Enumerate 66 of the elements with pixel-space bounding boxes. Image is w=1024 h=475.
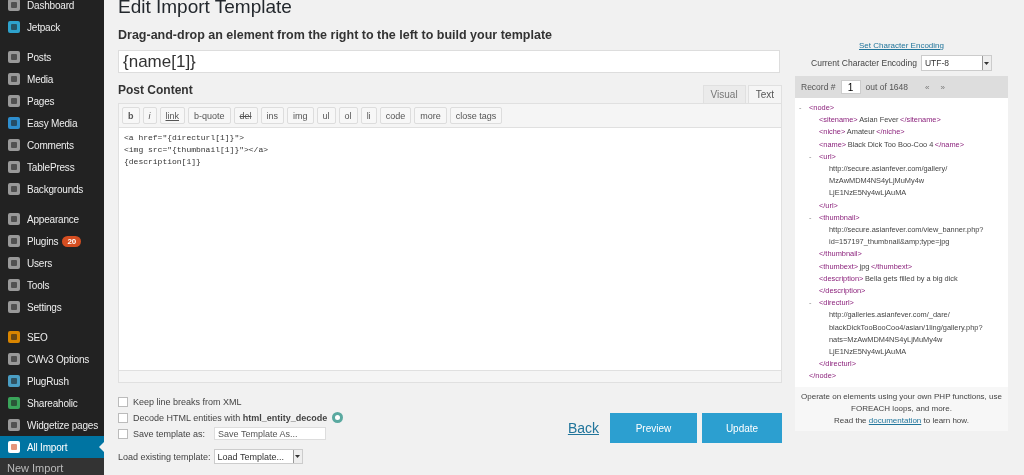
- sidebar-item[interactable]: Backgrounds: [0, 178, 104, 200]
- page-title: Edit Import Template: [118, 0, 293, 18]
- title-field[interactable]: {name[1]}: [118, 50, 780, 73]
- sidebar-item[interactable]: Settings: [0, 296, 104, 318]
- sidebar-item[interactable]: Dashboard: [0, 0, 104, 16]
- toolbar-button[interactable]: li: [360, 107, 377, 124]
- option-label: Save template as:: [133, 428, 206, 439]
- sidebar-item[interactable]: SEO: [0, 326, 104, 348]
- toolbar-button[interactable]: ins: [260, 107, 285, 124]
- sidebar-item[interactable]: Users: [0, 252, 104, 274]
- sidebar-item[interactable]: Easy Media: [0, 112, 104, 134]
- caret-icon: [295, 455, 301, 458]
- help-text: Read the: [834, 415, 867, 425]
- sidebar-item[interactable]: Posts: [0, 46, 104, 68]
- record-label: Record #: [801, 82, 836, 92]
- checkbox[interactable]: [118, 396, 128, 407]
- next-record-button[interactable]: »: [940, 82, 945, 92]
- help-text: Operate on elements using your own PHP functions, use FOREACH loops, and more.: [800, 390, 1003, 415]
- record-total: out of 1648: [865, 82, 909, 92]
- toolbar-button[interactable]: i: [142, 107, 157, 124]
- sidebar-item[interactable]: Shareaholic: [0, 392, 104, 414]
- previous-record-button[interactable]: «: [925, 82, 930, 92]
- toolbar-button[interactable]: ul: [316, 107, 336, 124]
- update-count-badge: 20: [62, 235, 81, 247]
- post-content-label: Post Content: [118, 83, 193, 99]
- toolbar-button[interactable]: del: [233, 107, 258, 124]
- toolbar-button[interactable]: ol: [338, 107, 358, 124]
- sidebar-item[interactable]: TablePress: [0, 156, 104, 178]
- load-template-label: Load existing template:: [118, 451, 211, 462]
- toolbar-button[interactable]: img: [287, 107, 314, 124]
- option-label: Keep line breaks from XML: [133, 396, 242, 407]
- sidebar-item[interactable]: All Import: [0, 436, 104, 458]
- sidebar-item[interactable]: PlugRush: [0, 370, 104, 392]
- help-text: to learn how.: [923, 415, 969, 425]
- sidebar-item[interactable]: Comments: [0, 134, 104, 156]
- editor-tab[interactable]: Visual: [702, 85, 746, 103]
- help-icon[interactable]: [332, 412, 344, 423]
- sidebar-item[interactable]: Widgetize pages: [0, 414, 104, 436]
- sidebar-item[interactable]: CWv3 Options: [0, 348, 104, 370]
- option-label: Decode HTML entities with html_entity_decode: [133, 412, 328, 423]
- sidebar-item[interactable]: Plugins 20: [0, 230, 104, 252]
- encoding-dropdown[interactable]: UTF-8: [920, 55, 992, 71]
- encoding-label: Current Character Encoding: [811, 58, 917, 68]
- sidebar-item[interactable]: Media: [0, 68, 104, 90]
- sidebar-item[interactable]: Tools: [0, 274, 104, 296]
- sidebar-item[interactable]: Pages: [0, 90, 104, 112]
- sidebar-item[interactable]: Appearance: [0, 208, 104, 230]
- documentation-link[interactable]: documentation: [868, 415, 922, 425]
- toolbar-button[interactable]: more: [414, 107, 447, 124]
- toolbar-button[interactable]: link: [159, 107, 185, 124]
- sidebar-item[interactable]: Jetpack: [0, 16, 104, 38]
- instruction-heading: Drag-and-drop an element from the right to the left to build your template: [118, 28, 554, 42]
- checkbox[interactable]: [118, 412, 128, 423]
- back-link[interactable]: Back: [567, 420, 599, 436]
- editor-tab[interactable]: Text: [747, 85, 782, 103]
- toolbar-button[interactable]: b-quote: [188, 107, 231, 124]
- caret-icon: [984, 61, 990, 65]
- record-number-field[interactable]: 1: [840, 80, 861, 94]
- template-dropdown[interactable]: Load Template...: [213, 449, 303, 464]
- encoding-link[interactable]: Set Character Encoding: [859, 41, 944, 50]
- toolbar-button[interactable]: close tags: [449, 107, 503, 124]
- checkbox[interactable]: [118, 428, 128, 439]
- code-editor[interactable]: <a href="{directurl[1]}"> <img src="{thumbnail[1]}"></a> {description[1]}: [118, 128, 782, 371]
- template-name-field[interactable]: Save Template As...: [214, 427, 327, 440]
- toolbar-button[interactable]: b: [122, 107, 140, 124]
- toolbar-button[interactable]: code: [379, 107, 412, 124]
